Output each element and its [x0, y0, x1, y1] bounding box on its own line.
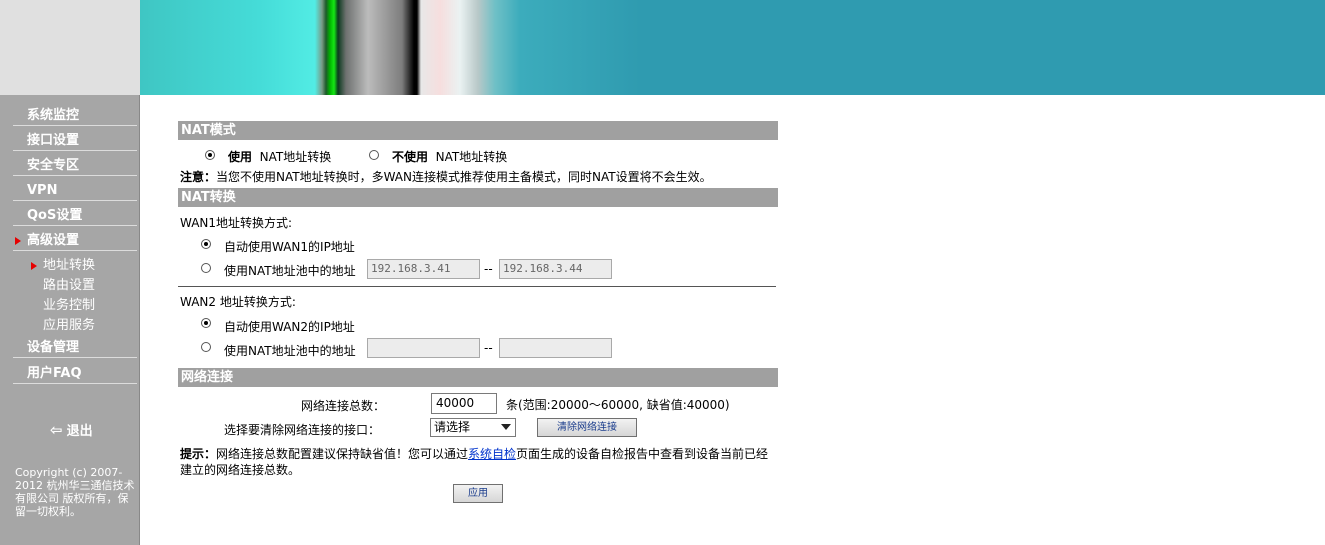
sidebar: 系统监控 接口设置 安全专区 VPN QoS设置 高级设置 地址转换 路由设置 … [0, 95, 140, 545]
clear-connections-button[interactable]: 清除网络连接 [537, 418, 637, 437]
logout-label: 退出 [66, 424, 93, 439]
apply-button[interactable]: 应用 [453, 484, 503, 503]
wan2-pool-end-input[interactable] [499, 338, 612, 358]
wan2-label: WAN2 地址转换方式: [180, 295, 296, 309]
radio-wan2-auto[interactable] [201, 318, 211, 328]
network-tip: 提示：网络连接总数配置建议保持缺省值！您可以通过系统自检页面生成的设备自检报告中… [180, 446, 776, 478]
wan1-pool-start-input[interactable]: 192.168.3.41 [367, 259, 480, 279]
sidebar-subitem-app-service[interactable]: 应用服务 [43, 317, 95, 335]
use-text: NAT地址转换 [259, 150, 332, 164]
logout-button[interactable]: ⇦ 退出 [50, 420, 93, 439]
wan1-label: WAN1地址转换方式: [180, 216, 293, 230]
sidebar-item-faq[interactable]: 用户FAQ [13, 364, 137, 384]
clear-interface-select[interactable]: 请选择 [430, 418, 516, 437]
sidebar-item-interface-settings[interactable]: 接口设置 [13, 131, 137, 151]
logo-area [0, 0, 140, 95]
sidebar-item-system-monitor[interactable]: 系统监控 [13, 106, 137, 126]
copyright-text: Copyright (c) 2007-2012 杭州华三通信技术有限公司 版权所… [15, 466, 135, 518]
tip-bold-text: 提示： [180, 447, 217, 461]
sidebar-item-advanced[interactable]: 高级设置 [13, 231, 137, 251]
radio-wan1-auto-label: 自动使用WAN1的IP地址 [224, 240, 355, 254]
sidebar-item-device-management[interactable]: 设备管理 [13, 338, 137, 358]
tip-text-pre: 网络连接总数配置建议保持缺省值！您可以通过 [216, 447, 469, 461]
sidebar-item-vpn[interactable]: VPN [13, 181, 137, 201]
wan1-range-dash: -- [484, 262, 493, 276]
nat-mode-note: 注意：当您不使用NAT地址转换时，多WAN连接模式推荐使用主备模式，同时NAT设… [180, 168, 712, 185]
sidebar-subitem-service-control[interactable]: 业务控制 [43, 297, 95, 315]
sidebar-subitem-nat[interactable]: 地址转换 [43, 257, 95, 275]
total-connections-label: 网络连接总数： [301, 399, 386, 413]
radio-wan1-auto[interactable] [201, 239, 211, 249]
total-connections-range: 条(范围:20000～60000, 缺省值:40000) [506, 398, 730, 412]
note-text: 当您不使用NAT地址转换时，多WAN连接模式推荐使用主备模式，同时NAT设置将不… [216, 170, 712, 184]
wan2-pool-start-input[interactable] [367, 338, 480, 358]
radio-wan2-pool-label: 使用NAT地址池中的地址 [224, 344, 356, 358]
note-bold-text: 注意： [180, 170, 217, 184]
radio-use-nat[interactable] [205, 150, 215, 160]
wan2-range-dash: -- [484, 341, 493, 355]
section-header-nat-convert: NAT转换 [178, 188, 778, 207]
select-value: 请选择 [434, 420, 471, 434]
nouse-bold-text: 不使用 [392, 150, 429, 164]
use-bold-text: 使用 [228, 150, 253, 164]
wan1-pool-end-input[interactable]: 192.168.3.44 [499, 259, 612, 279]
radio-wan2-pool[interactable] [201, 342, 211, 352]
sidebar-item-label: 高级设置 [27, 233, 80, 248]
chevron-down-icon [501, 424, 511, 430]
self-check-link[interactable]: 系统自检 [468, 447, 516, 461]
divider [178, 286, 776, 287]
active-arrow-icon [15, 237, 21, 245]
radio-no-nat[interactable] [369, 150, 379, 160]
radio-no-nat-label: 不使用 NAT地址转换 [392, 148, 507, 165]
clear-interface-label: 选择要清除网络连接的接口： [224, 423, 381, 437]
sidebar-item-security[interactable]: 安全专区 [13, 156, 137, 176]
sidebar-item-qos[interactable]: QoS设置 [13, 206, 137, 226]
radio-use-nat-label: 使用 NAT地址转换 [228, 148, 331, 165]
radio-wan1-pool-label: 使用NAT地址池中的地址 [224, 264, 356, 278]
header-banner [140, 0, 1325, 95]
sidebar-subitem-routing[interactable]: 路由设置 [43, 277, 95, 295]
section-header-nat-mode: NAT模式 [178, 121, 778, 140]
nouse-text: NAT地址转换 [435, 150, 508, 164]
total-connections-input[interactable]: 40000 [431, 393, 497, 414]
section-header-network: 网络连接 [178, 368, 778, 387]
logout-icon: ⇦ [50, 421, 63, 439]
active-sub-arrow-icon [31, 262, 37, 270]
radio-wan2-auto-label: 自动使用WAN2的IP地址 [224, 320, 355, 334]
radio-wan1-pool[interactable] [201, 263, 211, 273]
